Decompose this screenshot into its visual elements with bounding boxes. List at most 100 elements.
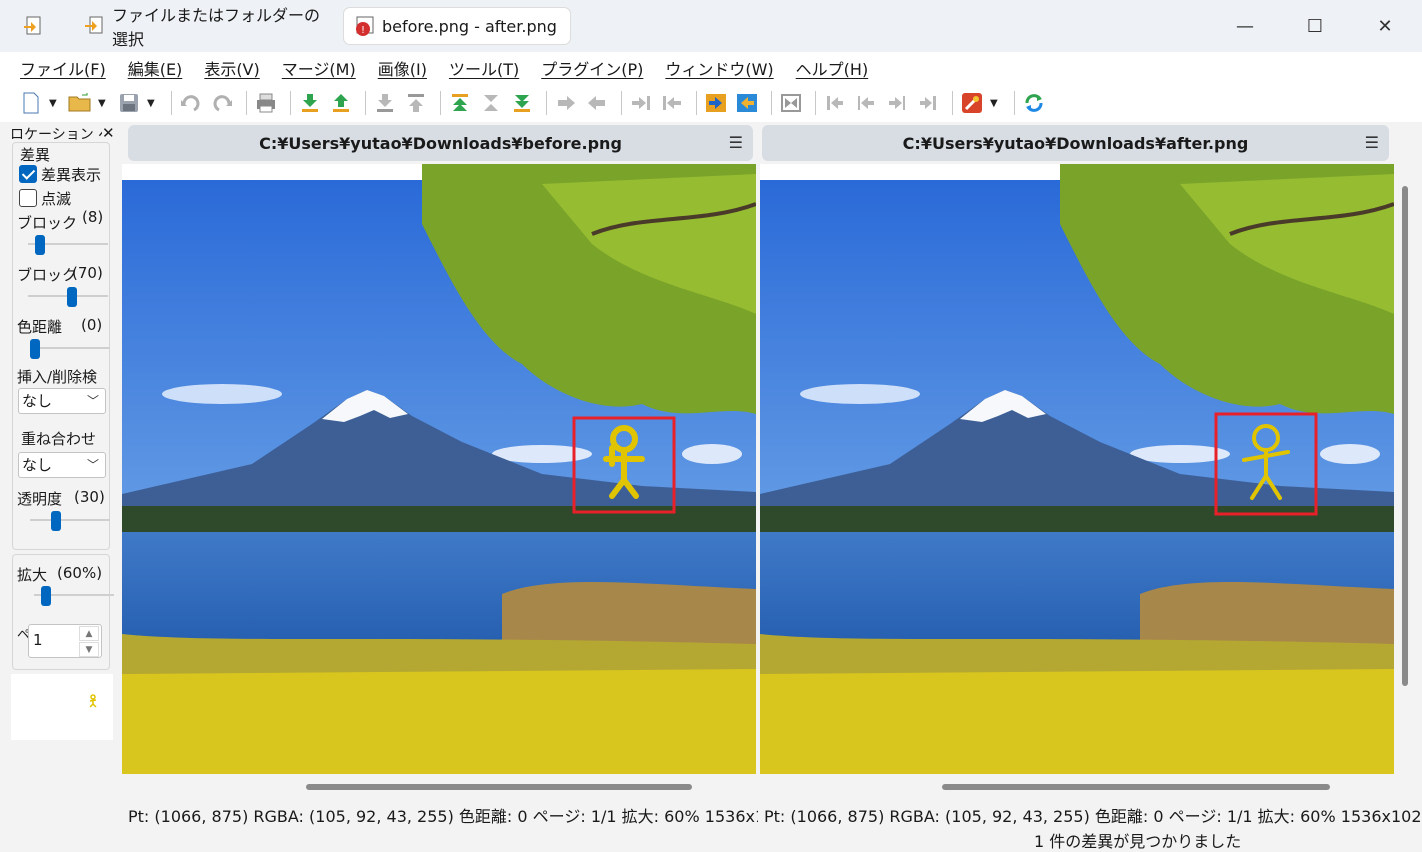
blink-checkbox[interactable]: [19, 189, 37, 207]
chevron-down-icon[interactable]: ▼: [147, 98, 159, 109]
copy-down-icon[interactable]: [297, 90, 323, 116]
block-size-slider[interactable]: [28, 235, 108, 255]
redo-icon[interactable]: [209, 90, 235, 116]
app-window: ファイルまたはフォルダーの選択 ! before.png - after.png…: [0, 0, 1422, 852]
current-diff-icon[interactable]: [478, 90, 504, 116]
copy-right-icon[interactable]: [553, 90, 579, 116]
tab-label: before.png - after.png: [382, 16, 557, 36]
slider-thumb[interactable]: [51, 511, 61, 531]
menu-view[interactable]: 表示(V): [204, 56, 259, 80]
close-icon[interactable]: ✕: [102, 124, 115, 142]
right-image-pane[interactable]: [760, 164, 1394, 774]
menu-bar: ファイル(F) 編集(E) 表示(V) マージ(M) 画像(I) ツール(T) …: [0, 52, 1422, 84]
maximize-button[interactable]: ☐: [1292, 8, 1338, 44]
block-threshold-value: (70): [72, 264, 103, 282]
chevron-down-icon[interactable]: ▼: [49, 98, 61, 109]
refresh-icon[interactable]: [1021, 90, 1047, 116]
right-horizontal-scrollbar[interactable]: [942, 784, 1330, 790]
copy-all-left-icon[interactable]: [734, 90, 760, 116]
color-distance-slider[interactable]: [30, 339, 110, 359]
print-icon[interactable]: [253, 90, 279, 116]
copy-left-icon[interactable]: [584, 90, 610, 116]
options-icon[interactable]: [959, 90, 985, 116]
left-horizontal-scrollbar[interactable]: [306, 784, 692, 790]
menu-icon[interactable]: ☰: [1365, 133, 1379, 152]
diff-group-title: 差異: [20, 146, 51, 164]
page-spinner-value: 1: [33, 631, 43, 649]
menu-tools[interactable]: ツール(T): [449, 56, 519, 80]
chevron-down-icon[interactable]: ▼: [98, 98, 110, 109]
toolbar-separator: [621, 91, 622, 115]
menu-window[interactable]: ウィンドウ(W): [665, 56, 773, 80]
insert-delete-label: 挿入/削除検: [17, 368, 98, 386]
close-button[interactable]: ✕: [1362, 8, 1408, 44]
toolbar-separator: [171, 91, 172, 115]
menu-edit[interactable]: 編集(E): [128, 56, 183, 80]
menu-file[interactable]: ファイル(F): [20, 56, 106, 80]
next-page-icon[interactable]: [884, 90, 910, 116]
tab-image-compare[interactable]: ! before.png - after.png: [344, 8, 570, 44]
toolbar-separator: [440, 91, 441, 115]
last-page-icon[interactable]: [915, 90, 941, 116]
page-spinner[interactable]: 1 ▲ ▼: [28, 624, 102, 658]
copy-right-advance-icon[interactable]: [628, 90, 654, 116]
toolbar-separator: [696, 91, 697, 115]
left-image-pane[interactable]: [122, 164, 756, 774]
copy-left-advance-icon[interactable]: [659, 90, 685, 116]
toolbar-separator: [952, 91, 953, 115]
tab-label: ファイルまたはフォルダーの選択: [112, 6, 321, 49]
diff-count-message: 1 件の差異が見つかりました: [1034, 832, 1242, 851]
open-folder-icon[interactable]: [67, 90, 93, 116]
slider-thumb[interactable]: [35, 235, 45, 255]
diff-pane-icon[interactable]: [778, 90, 804, 116]
spin-down-icon[interactable]: ▼: [79, 642, 99, 657]
vertical-scrollbar[interactable]: [1402, 186, 1408, 686]
slider-thumb[interactable]: [67, 287, 78, 307]
chevron-down-icon[interactable]: ▼: [990, 98, 1002, 109]
left-file-path: C:¥Users¥yutao¥Downloads¥before.png: [259, 133, 622, 153]
first-diff-icon[interactable]: [447, 90, 473, 116]
menu-merge[interactable]: マージ(M): [282, 56, 356, 80]
prev-page-icon[interactable]: [853, 90, 879, 116]
menu-plugins[interactable]: プラグイン(P): [541, 56, 643, 80]
minimap-diff-marker: [89, 694, 97, 708]
zoom-slider[interactable]: [34, 586, 114, 606]
block-threshold-slider[interactable]: [28, 287, 108, 307]
insert-delete-value: なし: [22, 392, 53, 410]
spin-up-icon[interactable]: ▲: [79, 626, 99, 641]
zoom-label: 拡大: [17, 566, 48, 584]
compare-icon: [84, 15, 106, 37]
toolbar-separator: [1014, 91, 1015, 115]
menu-image[interactable]: 画像(I): [378, 56, 427, 80]
copy-all-right-icon[interactable]: [703, 90, 729, 116]
opacity-label: 透明度: [17, 490, 63, 508]
next-diff-icon[interactable]: [372, 90, 398, 116]
toolbar-separator: [815, 91, 816, 115]
first-page-icon[interactable]: [822, 90, 848, 116]
opacity-slider[interactable]: [30, 511, 110, 531]
save-icon[interactable]: [116, 90, 142, 116]
copy-up-icon[interactable]: [328, 90, 354, 116]
location-pane: ロケーション ペイン ✕ 差異 差異表示 点滅 ブロック (8) ブロック (7…: [8, 122, 118, 744]
minimize-button[interactable]: —: [1222, 8, 1268, 44]
insert-delete-select[interactable]: なし ﹀: [18, 388, 106, 414]
location-minimap[interactable]: [11, 674, 113, 740]
menu-icon[interactable]: ☰: [729, 133, 743, 152]
undo-icon[interactable]: [178, 90, 204, 116]
overlay-select[interactable]: なし ﹀: [18, 452, 106, 478]
show-diff-checkbox[interactable]: [19, 165, 37, 183]
app-icon[interactable]: [22, 14, 46, 38]
toolbar-separator: [365, 91, 366, 115]
prev-diff-icon[interactable]: [403, 90, 429, 116]
toolbar: ▼ ▼ ▼ ▼: [0, 84, 1422, 122]
tab-select-files[interactable]: ファイルまたはフォルダーの選択: [74, 6, 336, 49]
menu-help[interactable]: ヘルプ(H): [796, 56, 869, 80]
new-file-icon[interactable]: [18, 90, 44, 116]
right-path-bar: C:¥Users¥yutao¥Downloads¥after.png ☰: [762, 125, 1389, 161]
chevron-down-icon: ﹀: [86, 394, 99, 408]
chevron-down-icon: ﹀: [86, 458, 99, 472]
blink-label: 点滅: [41, 190, 72, 208]
slider-thumb[interactable]: [30, 339, 40, 359]
last-diff-icon[interactable]: [509, 90, 535, 116]
slider-thumb[interactable]: [41, 586, 51, 606]
